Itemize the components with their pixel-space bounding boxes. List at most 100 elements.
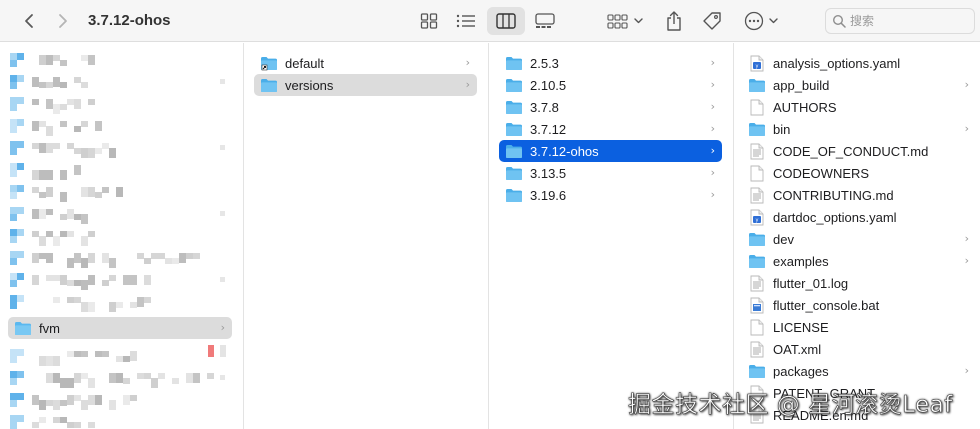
text-file-icon — [750, 275, 764, 291]
list-item-examples[interactable]: examples › — [744, 250, 976, 272]
chevron-right-icon: › — [964, 364, 969, 377]
bat-file-icon — [750, 297, 764, 313]
folder-icon — [506, 122, 522, 136]
folder-icon — [749, 122, 765, 136]
item-label: 3.13.5 — [530, 165, 567, 181]
watermark: 掘金技术社区 @ 星河滚烫Leaf — [628, 392, 953, 419]
item-label: bin — [773, 121, 791, 137]
chevron-right-icon: › — [710, 166, 715, 179]
item-label: CONTRIBUTING.md — [773, 187, 894, 203]
list-item-dev[interactable]: dev › — [744, 228, 976, 250]
list-item-dartdoc-options-yaml[interactable]: y dartdoc_options.yaml — [744, 206, 976, 228]
column-fvm: default › versions › — [244, 43, 489, 429]
chevron-right-icon: › — [710, 122, 715, 135]
list-item-flutter-01-log[interactable]: flutter_01.log — [744, 272, 976, 294]
grid-icon — [420, 13, 438, 29]
list-item-codeowners[interactable]: CODEOWNERS — [744, 162, 976, 184]
item-label: versions — [285, 77, 334, 93]
icon-view-button[interactable] — [414, 7, 444, 35]
tag-button[interactable] — [698, 7, 726, 35]
chevron-right-icon: › — [465, 78, 470, 91]
text-file-icon — [750, 143, 764, 159]
document-icon — [750, 99, 764, 115]
list-item-authors[interactable]: AUTHORS — [744, 96, 976, 118]
item-label: 3.7.8 — [530, 99, 559, 115]
list-item-fvm[interactable]: fvm › — [8, 317, 232, 339]
list-item-versions[interactable]: versions › — [254, 74, 477, 96]
folder-icon — [506, 56, 522, 70]
text-file-icon — [750, 341, 764, 357]
folder-icon — [749, 78, 765, 92]
gallery-view-button[interactable] — [530, 7, 560, 35]
column-versions: 2.5.3 › 2.10.5 › 3.7.8 › 3.7.12 › 3.7.12-ohos › 3.… — [489, 43, 734, 429]
tag-icon — [703, 12, 721, 30]
item-label: default — [285, 55, 325, 71]
back-button[interactable] — [18, 9, 40, 33]
list-item-license[interactable]: LICENSE — [744, 316, 976, 338]
item-label: examples — [773, 253, 829, 269]
list-item-2-10-5[interactable]: 2.10.5 › — [499, 74, 722, 96]
yaml-file-icon: y — [750, 55, 764, 71]
chevron-left-icon — [25, 14, 33, 28]
chevron-right-icon: › — [710, 78, 715, 91]
share-icon — [667, 11, 681, 31]
item-label: 3.19.6 — [530, 187, 567, 203]
chevron-right-icon: › — [710, 100, 715, 113]
search-input[interactable] — [850, 14, 960, 28]
item-label: flutter_console.bat — [773, 297, 880, 313]
item-label: dev — [773, 231, 794, 247]
svg-text:y: y — [756, 63, 759, 69]
chevron-right-icon: › — [710, 144, 715, 157]
folder-icon — [506, 188, 522, 202]
toolbar: 3.7.12-ohos — [0, 0, 980, 42]
ellipsis-circle-icon — [744, 11, 778, 31]
columns-icon — [496, 13, 516, 29]
search-field[interactable] — [825, 8, 975, 34]
list-item-app-build[interactable]: app_build › — [744, 74, 976, 96]
list-item-3-19-6[interactable]: 3.19.6 › — [499, 184, 722, 206]
list-item-code-of-conduct-md[interactable]: CODE_OF_CONDUCT.md — [744, 140, 976, 162]
column-3-7-12-ohos: y analysis_options.yaml app_build › AUTHORS b… — [734, 43, 980, 429]
item-label: flutter_01.log — [773, 275, 849, 291]
list-item-default[interactable]: default › — [254, 52, 477, 74]
chevron-right-icon — [59, 14, 67, 28]
folder-icon — [506, 100, 522, 114]
list-view-button[interactable] — [451, 7, 481, 35]
text-file-icon — [750, 187, 764, 203]
item-label: CODEOWNERS — [773, 165, 870, 181]
item-label: 2.10.5 — [530, 77, 567, 93]
folder-icon — [506, 144, 522, 158]
item-label: 3.7.12 — [530, 121, 567, 137]
list-item-3-7-12-ohos[interactable]: 3.7.12-ohos › — [499, 140, 722, 162]
gallery-icon — [535, 13, 555, 28]
list-item-2-5-3[interactable]: 2.5.3 › — [499, 52, 722, 74]
folder-icon — [506, 166, 522, 180]
action-button[interactable] — [742, 7, 784, 35]
list-item-3-7-12[interactable]: 3.7.12 › — [499, 118, 722, 140]
column-parent: fvm › — [0, 43, 244, 429]
search-icon — [832, 14, 846, 28]
list-item-bin[interactable]: bin › — [744, 118, 976, 140]
svg-text:y: y — [756, 217, 759, 223]
list-item-packages[interactable]: packages › — [744, 360, 976, 382]
item-label: app_build — [773, 77, 830, 93]
folder-icon — [749, 364, 765, 378]
share-button[interactable] — [660, 7, 688, 35]
list-item-3-7-8[interactable]: 3.7.8 › — [499, 96, 722, 118]
chevron-right-icon: › — [710, 188, 715, 201]
item-label: packages — [773, 363, 829, 379]
folder-icon — [15, 321, 31, 335]
group-button[interactable] — [604, 7, 648, 35]
folder-icon — [506, 78, 522, 92]
chevron-right-icon: › — [964, 232, 969, 245]
item-label: analysis_options.yaml — [773, 55, 901, 71]
list-item-analysis-options-yaml[interactable]: y analysis_options.yaml — [744, 52, 976, 74]
list-item-contributing-md[interactable]: CONTRIBUTING.md — [744, 184, 976, 206]
list-item-3-13-5[interactable]: 3.13.5 › — [499, 162, 722, 184]
list-item-oat-xml[interactable]: OAT.xml — [744, 338, 976, 360]
list-item-flutter-console-bat[interactable]: flutter_console.bat — [744, 294, 976, 316]
yaml-file-icon: y — [750, 209, 764, 225]
item-label: dartdoc_options.yaml — [773, 209, 897, 225]
forward-button[interactable] — [52, 9, 74, 33]
column-view-button[interactable] — [487, 7, 525, 35]
